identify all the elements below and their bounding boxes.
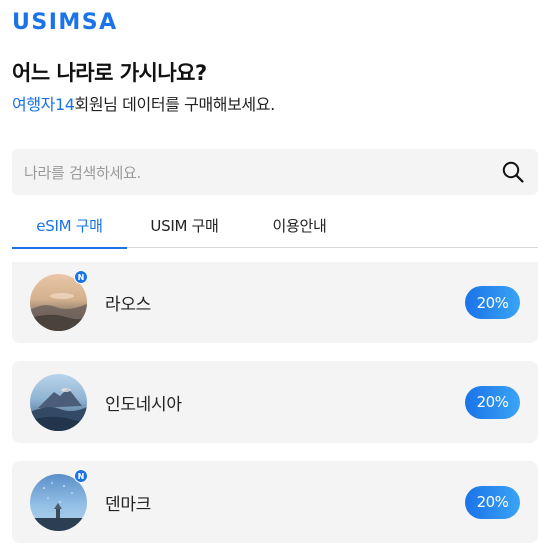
usimsa-logo[interactable]: USIMSA bbox=[12, 9, 118, 35]
country-search-bar[interactable]: 나라를 검색하세요. bbox=[12, 149, 538, 195]
country-name: 라오스 bbox=[105, 295, 152, 315]
country-name: 인도네시아 bbox=[105, 394, 182, 415]
tab-esim[interactable]: eSIM 구매 bbox=[12, 202, 127, 249]
new-badge: N bbox=[74, 270, 88, 284]
country-card-indonesia[interactable]: 인도네시아 20% bbox=[12, 361, 538, 443]
country-list: N 라오스 20% 인도네시아 20% N 덴마크 20% bbox=[12, 262, 538, 552]
user-name: 여행자14 bbox=[12, 95, 75, 114]
purchase-tabs: eSIM 구매 USIM 구매 이용안내 bbox=[12, 202, 538, 249]
page-subtitle: 여행자14회원님 데이터를 구매해보세요. bbox=[12, 91, 275, 115]
search-input[interactable]: 나라를 검색하세요. bbox=[24, 162, 500, 183]
tab-guide[interactable]: 이용안내 bbox=[242, 202, 357, 248]
search-icon[interactable] bbox=[500, 159, 526, 185]
discount-badge: 20% bbox=[465, 385, 520, 419]
page-title: 어느 나라로 가시나요? bbox=[12, 61, 207, 85]
subtitle-text: 회원님 데이터를 구매해보세요. bbox=[74, 95, 276, 114]
country-name: 덴마크 bbox=[105, 494, 152, 515]
logo-text: USIMSA bbox=[12, 9, 118, 35]
indonesia-photo bbox=[30, 373, 87, 431]
discount-badge: 20% bbox=[465, 485, 520, 519]
country-card-laos[interactable]: N 라오스 20% bbox=[12, 262, 538, 343]
tab-usim[interactable]: USIM 구매 bbox=[127, 202, 242, 248]
discount-badge: 20% bbox=[465, 286, 520, 319]
country-card-denmark[interactable]: N 덴마크 20% bbox=[12, 461, 538, 543]
new-badge: N bbox=[74, 469, 88, 483]
